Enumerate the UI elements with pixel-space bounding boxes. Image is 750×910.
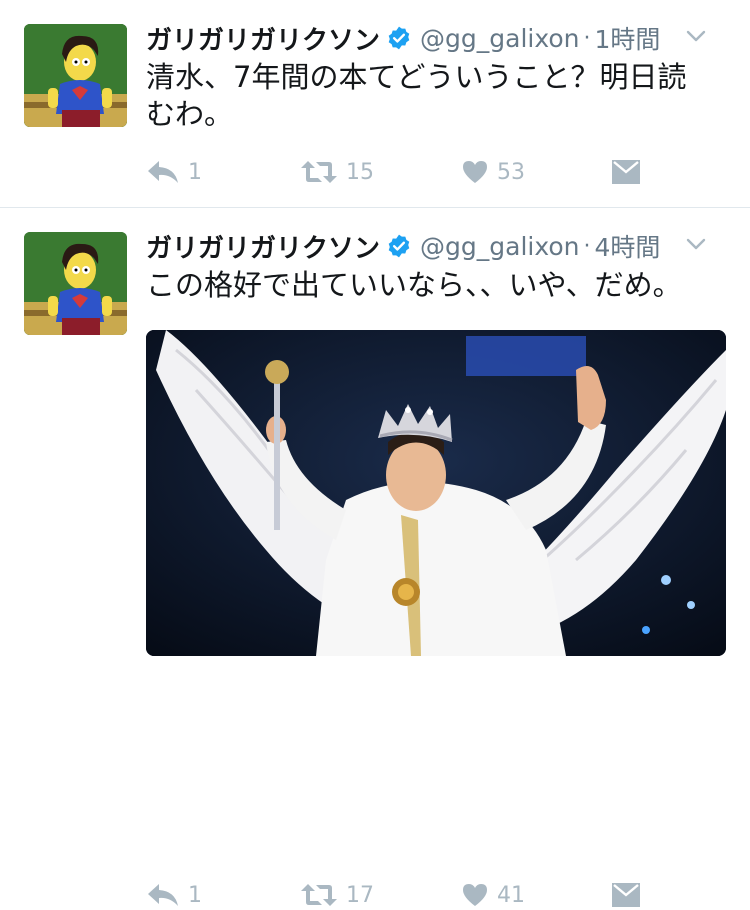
avatar-cartoon-image [24,24,127,127]
like-button[interactable]: 53 [461,159,525,185]
chevron-down-icon[interactable] [684,24,708,48]
verified-badge-icon [388,26,410,50]
timestamp[interactable]: 1時間 [595,20,661,56]
avatar-cartoon-image [24,232,127,335]
tweet-photo[interactable] [146,330,726,656]
retweet-button[interactable]: 17 [300,882,374,908]
angel-costume-photo [146,330,726,656]
verified-badge-icon [388,234,410,258]
retweet-count: 15 [346,159,374,185]
timestamp[interactable]: 4時間 [595,228,661,264]
reply-icon [148,161,178,183]
reply-button[interactable]: 1 [146,159,202,185]
like-count: 53 [497,159,525,185]
chevron-down-icon[interactable] [684,232,708,256]
avatar[interactable] [24,232,127,335]
direct-message-button[interactable] [611,159,641,185]
retweet-count: 17 [346,882,374,908]
like-button[interactable]: 41 [461,882,525,908]
display-name[interactable]: ガリガリガリクソン [146,20,380,57]
retweet-icon [301,161,337,183]
direct-message-button[interactable] [611,882,641,908]
retweet-button[interactable]: 15 [300,159,374,185]
reply-count: 1 [188,159,202,185]
tweet-1[interactable]: ガリガリガリクソン @gg_galixon · 1時間 清水、7年間の本てどうい… [0,0,750,207]
avatar[interactable] [24,24,127,127]
separator-dot: · [583,25,591,51]
reply-count: 1 [188,882,202,908]
display-name[interactable]: ガリガリガリクソン [146,228,380,265]
username-handle[interactable]: @gg_galixon [420,24,580,53]
tweet-2[interactable]: ガリガリガリクソン @gg_galixon · 4時間 この格好で出ていいなら、… [0,208,750,908]
like-count: 41 [497,882,525,908]
tweet-header: ガリガリガリクソン @gg_galixon · 1時間 [146,20,730,56]
dm-icon [612,160,640,184]
reply-button[interactable]: 1 [146,882,202,908]
like-icon [463,884,487,906]
username-handle[interactable]: @gg_galixon [420,232,580,261]
tweet-text: この格好で出ていいなら、、いや、だめ。 [146,268,682,302]
reply-icon [148,884,178,906]
separator-dot: · [583,233,591,259]
dm-icon [612,883,640,907]
retweet-icon [301,884,337,906]
tweet-text: 清水、7年間の本てどういうこと？明日読むわ。 [146,60,687,131]
tweet-header: ガリガリガリクソン @gg_galixon · 4時間 [146,228,730,264]
like-icon [463,161,487,183]
